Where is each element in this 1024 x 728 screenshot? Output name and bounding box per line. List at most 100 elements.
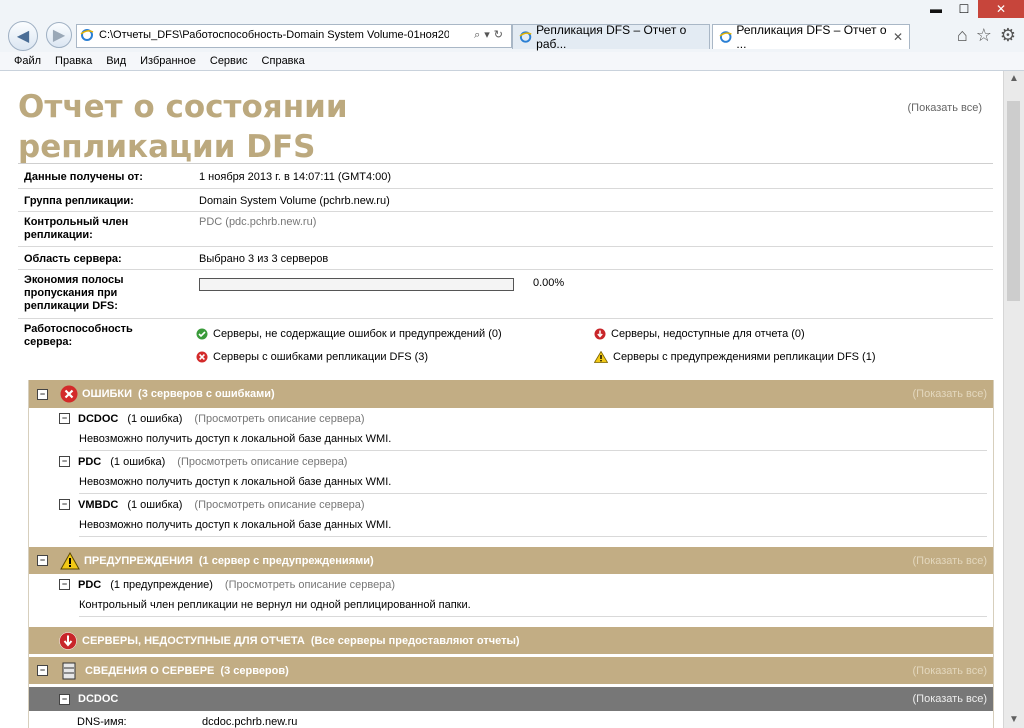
tab-label: Репликация DFS – Отчет о раб... <box>536 23 687 51</box>
menu-help[interactable]: Справка <box>262 52 305 70</box>
info-row-collected: Данные получены от: 1 ноября 2013 г. в 1… <box>18 164 993 189</box>
menu-tools[interactable]: Сервис <box>210 52 248 70</box>
server-error-count: (1 ошибка) <box>127 498 183 511</box>
forward-button[interactable]: ▶ <box>46 22 72 48</box>
server-row: − DCDOC (1 ошибка) (Просмотреть описание… <box>29 408 993 429</box>
server-warning-count: (1 предупреждение) <box>110 578 213 591</box>
view-server-link[interactable]: (Просмотреть описание сервера) <box>225 579 395 591</box>
bandwidth-label: Экономия полосы пропускания при репликац… <box>24 274 124 312</box>
error-x-icon <box>196 351 208 363</box>
scroll-thumb[interactable] <box>1007 101 1020 301</box>
maximize-icon[interactable]: ☐ <box>950 0 978 18</box>
unavailable-title: СЕРВЕРЫ, НЕДОСТУПНЫЕ ДЛЯ ОТЧЕТА <box>82 634 305 647</box>
address-url[interactable]: C:\Отчеты_DFS\Работоспособность-Domain S… <box>99 29 449 41</box>
details-show-all[interactable]: (Показать все) <box>913 665 987 677</box>
dropdown-icon[interactable]: ▾ <box>484 29 494 41</box>
menu-favorites[interactable]: Избранное <box>140 52 196 70</box>
error-x-icon <box>60 385 78 403</box>
collapse-icon[interactable]: − <box>37 665 48 676</box>
minimize-icon[interactable]: ▬ <box>922 0 950 18</box>
browser-tools: ⌂ ☆ ⚙ <box>957 25 1016 46</box>
vertical-scrollbar[interactable]: ▲ ▼ <box>1003 71 1024 728</box>
menu-view[interactable]: Вид <box>106 52 126 70</box>
warnings-show-all[interactable]: (Показать все) <box>913 555 987 567</box>
server-icon <box>62 662 76 679</box>
view-server-link[interactable]: (Просмотреть описание сервера) <box>177 456 347 468</box>
warnings-count: (1 сервер с предупреждениями) <box>198 554 374 567</box>
show-all-link[interactable]: (Показать все) <box>908 102 982 114</box>
bandwidth-percent: 0.00% <box>533 277 565 289</box>
collected-value: 1 ноября 2013 г. в 14:07:11 (GMT4:00) <box>199 171 392 183</box>
down-arrow-red-icon <box>594 328 606 340</box>
unavailable-count: (Все серверы предоставляют отчеты) <box>310 634 520 647</box>
warnings-section-header[interactable]: − ПРЕДУПРЕЖДЕНИЯ (1 сервер с предупрежде… <box>29 547 993 574</box>
health-ok: Серверы, не содержащие ошибок и предупре… <box>196 328 502 340</box>
collapse-icon[interactable]: − <box>59 579 70 590</box>
back-button[interactable]: ◀ <box>8 21 38 51</box>
scope-value: Выбрано 3 из 3 серверов <box>199 253 329 265</box>
server-detail-show-all[interactable]: (Показать все) <box>913 693 987 705</box>
collapse-icon[interactable]: − <box>59 413 70 424</box>
address-tools[interactable]: ⌕▾↻ <box>474 28 507 42</box>
browser-chrome: ▬ ☐ ✕ ◀ ▶ C:\Отчеты_DFS\Работоспособност… <box>0 0 1024 71</box>
tab-label: Репликация DFS – Отчет о ... <box>736 23 887 51</box>
errors-count: (3 серверов с ошибками) <box>138 388 275 400</box>
server-error-count: (1 ошибка) <box>110 455 166 468</box>
address-bar[interactable]: C:\Отчеты_DFS\Работоспособность-Domain S… <box>76 24 512 48</box>
menu-edit[interactable]: Правка <box>55 52 92 70</box>
group-label: Группа репликации: <box>24 195 134 207</box>
page-title: Отчет о состоянии репликации DFS <box>18 87 418 167</box>
server-detail-header[interactable]: − DCDOC (Показать все) <box>29 687 993 711</box>
health-warnings: Серверы с предупреждениями репликации DF… <box>594 351 876 363</box>
refresh-icon[interactable]: ↻ <box>494 29 507 41</box>
back-arrow-icon: ◀ <box>16 28 30 45</box>
info-row-reference: Контрольный член репликации: PDC (pdc.pc… <box>18 212 993 247</box>
server-name: PDC <box>78 455 102 468</box>
info-row-group: Группа репликации: Domain System Volume … <box>18 189 993 212</box>
info-row-scope: Область сервера: Выбрано 3 из 3 серверов <box>18 247 993 270</box>
info-row-bandwidth: Экономия полосы пропускания при репликац… <box>18 270 993 319</box>
window-controls: ▬ ☐ ✕ <box>922 0 1024 18</box>
scroll-down-icon[interactable]: ▼ <box>1004 712 1024 728</box>
details-count: (3 серверов) <box>220 664 289 677</box>
view-server-link[interactable]: (Просмотреть описание сервера) <box>194 413 364 425</box>
dns-label: DNS-имя: <box>77 716 127 728</box>
favorites-star-icon[interactable]: ☆ <box>976 25 992 46</box>
reference-label: Контрольный член репликации: <box>24 216 129 241</box>
errors-section-header[interactable]: − ОШИБКИ (3 серверов с ошибками) (Показа… <box>29 380 993 408</box>
collapse-icon[interactable]: − <box>59 499 70 510</box>
view-server-link[interactable]: (Просмотреть описание сервера) <box>194 499 364 511</box>
gear-icon[interactable]: ⚙ <box>1000 25 1016 46</box>
collapse-icon[interactable]: − <box>37 388 48 400</box>
menu-bar: Файл Правка Вид Избранное Сервис Справка <box>0 52 1024 70</box>
report-info-table: Данные получены от: 1 ноября 2013 г. в 1… <box>18 163 993 375</box>
server-message: Контрольный член репликации не вернул ни… <box>79 595 987 617</box>
collapse-icon[interactable]: − <box>59 693 70 705</box>
errors-show-all[interactable]: (Показать все) <box>913 388 987 400</box>
search-icon[interactable]: ⌕ <box>474 29 484 41</box>
tab-report-1[interactable]: Репликация DFS – Отчет о раб... <box>512 23 710 51</box>
dns-row: DNS-имя: dcdoc.pchrb.new.ru <box>29 711 993 728</box>
details-section-header[interactable]: − СВЕДЕНИЯ О СЕРВЕРЕ (3 серверов) (Показ… <box>29 657 993 684</box>
check-ok-icon <box>196 328 208 340</box>
collapse-icon[interactable]: − <box>59 456 70 467</box>
info-row-health: Работоспособность сервера: Серверы, не с… <box>18 319 993 375</box>
report-sections: − ОШИБКИ (3 серверов с ошибками) (Показа… <box>28 380 994 728</box>
down-arrow-red-icon <box>59 631 77 650</box>
server-row: − PDC (1 предупреждение) (Просмотреть оп… <box>29 574 993 595</box>
ie-tab-icon <box>519 31 532 43</box>
tab-report-2[interactable]: Репликация DFS – Отчет о ... ✕ <box>712 23 910 51</box>
forward-arrow-icon: ▶ <box>52 27 66 44</box>
warning-triangle-icon <box>60 551 80 569</box>
menu-file[interactable]: Файл <box>14 52 41 70</box>
close-window-icon[interactable]: ✕ <box>978 0 1024 18</box>
health-label: Работоспособность сервера: <box>24 323 133 348</box>
server-row: − PDC (1 ошибка) (Просмотреть описание с… <box>29 451 993 472</box>
close-tab-icon[interactable]: ✕ <box>893 30 903 44</box>
group-value: Domain System Volume (pchrb.new.ru) <box>199 195 390 207</box>
collapse-icon[interactable]: − <box>37 555 48 566</box>
home-icon[interactable]: ⌂ <box>957 25 968 46</box>
collected-label: Данные получены от: <box>24 171 143 183</box>
scroll-up-icon[interactable]: ▲ <box>1004 71 1024 87</box>
